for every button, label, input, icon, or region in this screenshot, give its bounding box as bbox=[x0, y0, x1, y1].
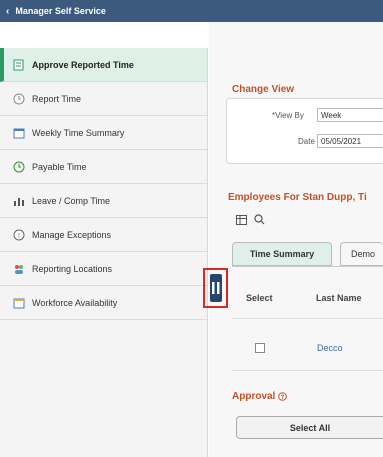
timesheet-icon bbox=[12, 58, 25, 71]
people-icon bbox=[12, 262, 25, 275]
chevron-left-icon: ‹ bbox=[6, 5, 10, 17]
calendar-people-icon bbox=[12, 296, 25, 309]
sidebar-item-approve-reported-time[interactable]: Approve Reported Time bbox=[0, 48, 207, 82]
sidebar-item-label: Weekly Time Summary bbox=[32, 127, 125, 138]
change-view-card: *View By Week Date 05/05/2021 bbox=[226, 98, 383, 164]
column-header-select: Select bbox=[246, 293, 273, 303]
employee-last-name-link[interactable]: Decco bbox=[317, 343, 343, 353]
search-icon[interactable] bbox=[254, 214, 265, 227]
row-select-checkbox[interactable] bbox=[255, 343, 265, 353]
clock-icon bbox=[12, 92, 25, 105]
column-header-last-name: Last Name bbox=[316, 293, 362, 303]
sidebar-navigation: Approve Reported Time Report Time Weekly… bbox=[0, 48, 208, 457]
select-all-button[interactable]: Select All bbox=[236, 416, 383, 439]
back-to-manager-self-service[interactable]: ‹ Manager Self Service bbox=[6, 0, 106, 22]
view-by-select[interactable]: Week bbox=[317, 108, 383, 122]
sidebar-item-label: Leave / Comp Time bbox=[32, 195, 111, 206]
sidebar-item-label: Manage Exceptions bbox=[32, 229, 112, 240]
sidebar-item-reporting-locations[interactable]: Reporting Locations bbox=[0, 252, 207, 286]
date-input[interactable]: 05/05/2021 bbox=[317, 134, 383, 148]
top-navigation-bar: ‹ Manager Self Service bbox=[0, 0, 383, 22]
sidebar-toggle-highlight[interactable] bbox=[203, 268, 228, 308]
row-divider bbox=[232, 370, 383, 371]
sidebar-item-weekly-time-summary[interactable]: Weekly Time Summary bbox=[0, 116, 207, 150]
approval-label: Approval bbox=[232, 391, 276, 402]
pause-icon bbox=[209, 274, 222, 302]
sidebar-item-workforce-availability[interactable]: Workforce Availability bbox=[0, 286, 207, 320]
svg-text:!: ! bbox=[18, 233, 20, 240]
header-divider bbox=[232, 318, 383, 319]
sidebar-item-manage-exceptions[interactable]: ! Manage Exceptions bbox=[0, 218, 207, 252]
tab-demographics[interactable]: Demo bbox=[340, 242, 383, 266]
svg-text:?: ? bbox=[281, 395, 285, 401]
date-label: Date bbox=[298, 137, 315, 146]
employees-title: Employees For Stan Dupp, Ti bbox=[228, 192, 367, 203]
sidebar-item-leave-comp-time[interactable]: Leave / Comp Time bbox=[0, 184, 207, 218]
sidebar-item-label: Workforce Availability bbox=[32, 297, 118, 308]
sidebar-item-report-time[interactable]: Report Time bbox=[0, 82, 207, 116]
calendar-icon bbox=[12, 126, 25, 139]
chart-icon bbox=[12, 194, 25, 207]
exception-icon: ! bbox=[12, 228, 25, 241]
back-label: Manager Self Service bbox=[15, 6, 106, 16]
dollar-clock-icon bbox=[12, 160, 25, 173]
change-view-title: Change View bbox=[232, 84, 295, 95]
approval-title: Approval ? bbox=[232, 391, 288, 402]
tab-time-summary[interactable]: Time Summary bbox=[232, 242, 332, 266]
sidebar-item-label: Report Time bbox=[32, 93, 82, 104]
grid-icon[interactable] bbox=[236, 215, 247, 227]
sidebar-item-label: Reporting Locations bbox=[32, 263, 113, 274]
sidebar-item-payable-time[interactable]: Payable Time bbox=[0, 150, 207, 184]
view-by-label: *View By bbox=[272, 111, 304, 120]
sidebar-item-label: Approve Reported Time bbox=[32, 59, 134, 70]
sidebar-item-label: Payable Time bbox=[32, 161, 87, 172]
tab-divider bbox=[232, 266, 383, 267]
help-icon[interactable]: ? bbox=[278, 392, 288, 401]
